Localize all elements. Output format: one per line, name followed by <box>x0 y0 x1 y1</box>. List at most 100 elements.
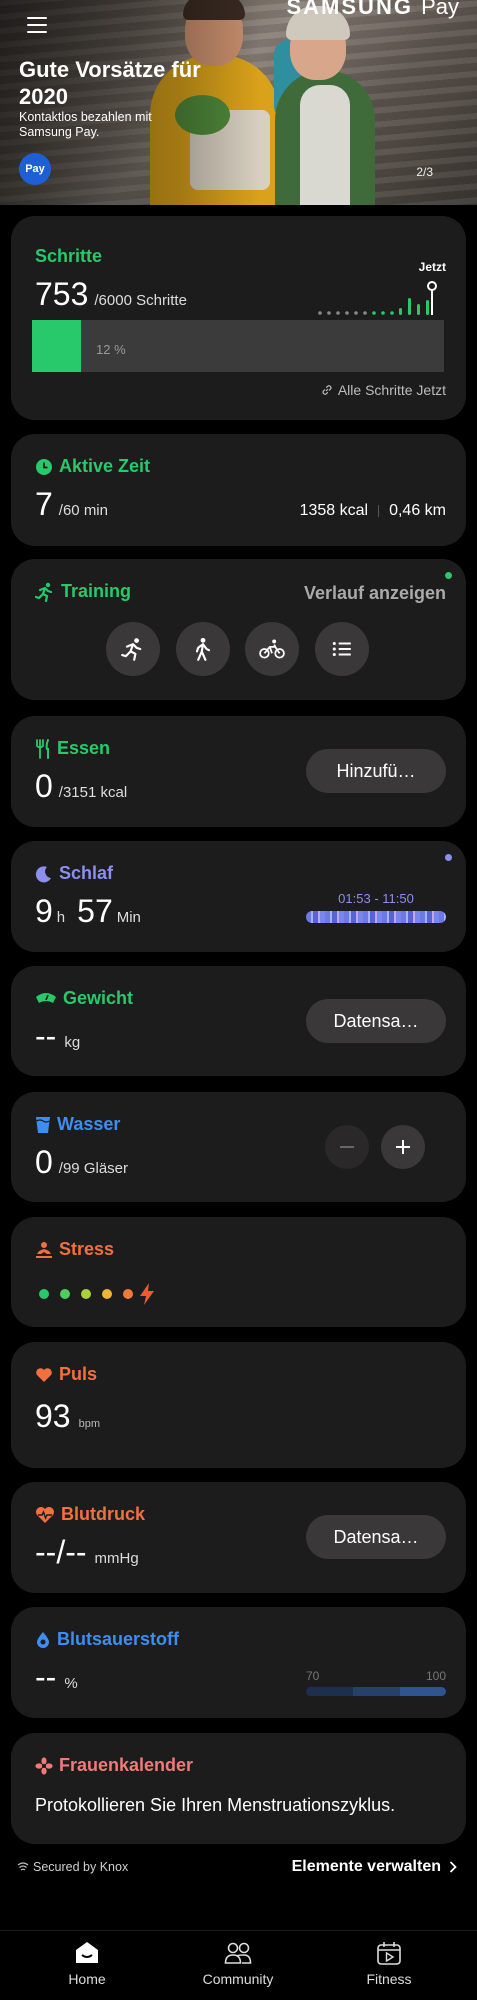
add-food-button[interactable]: Hinzufü… <box>306 749 446 793</box>
scale-min: 70 <box>306 1669 320 1683</box>
drop-icon <box>37 1631 49 1648</box>
weight-count: -- kg <box>35 1018 80 1055</box>
weight-record-button[interactable]: Datensa… <box>306 999 446 1043</box>
plus-icon <box>396 1140 410 1154</box>
start-running-button[interactable] <box>106 622 160 676</box>
blood-oxygen-card[interactable]: Blutsauerstoff -- % 70 100 <box>11 1607 466 1718</box>
womens-health-card[interactable]: Frauenkalender Protokollieren Sie Ihren … <box>11 1733 466 1844</box>
scale-max: 100 <box>425 1669 446 1683</box>
pulse-card[interactable]: Puls 93 bpm <box>11 1342 466 1468</box>
stress-header: Stress <box>35 1239 114 1260</box>
steps-link[interactable]: Alle Schritte Jetzt <box>321 382 446 398</box>
manage-items-link[interactable]: Elemente verwalten <box>292 1858 457 1876</box>
blood-pressure-record-button[interactable]: Datensa… <box>306 1515 446 1559</box>
pulse-count: 93 bpm <box>35 1398 100 1435</box>
banner-subtitle: Kontaktlos bezahlen mit Samsung Pay. <box>19 110 152 139</box>
stress-card[interactable]: Stress <box>11 1217 466 1327</box>
blood-pressure-card[interactable]: Blutdruck --/-- mmHg Datensa… <box>11 1482 466 1593</box>
training-history-link[interactable]: Verlauf anzeigen <box>304 583 446 604</box>
steps-goal: /6000 Schritte <box>94 292 187 309</box>
water-header: Wasser <box>35 1114 120 1135</box>
list-icon <box>332 641 351 657</box>
heart-pulse-icon <box>36 1506 54 1523</box>
steps-mini-chart <box>318 281 437 315</box>
home-icon <box>76 1942 98 1963</box>
steps-progress-bar: 12 % <box>32 320 444 372</box>
stat-divider <box>378 505 380 517</box>
range-segment <box>306 1687 353 1696</box>
sleep-minutes: 57 <box>77 893 113 929</box>
blood-pressure-unit: mmHg <box>94 1550 139 1567</box>
flower-icon <box>35 1756 53 1775</box>
clock-icon <box>36 458 52 475</box>
weight-header: Gewicht <box>35 988 133 1009</box>
sleep-header: Schlaf <box>35 863 113 884</box>
food-header: Essen <box>35 738 110 759</box>
steps-title: Schritte <box>35 246 103 266</box>
steps-card[interactable]: Schritte 753 /6000 Schritte Jetzt 12 % A… <box>11 216 466 420</box>
pulse-value: 93 <box>35 1398 71 1434</box>
active-time-distance: 0,46 km <box>389 502 446 519</box>
sleep-hours: 9 <box>35 893 53 929</box>
water-title: Wasser <box>57 1114 121 1134</box>
food-title: Essen <box>57 738 111 758</box>
weight-title: Gewicht <box>63 988 134 1008</box>
brand-text: SAMSUNG <box>286 0 413 19</box>
meditation-icon <box>36 1241 52 1258</box>
sleep-notification-dot <box>445 854 452 861</box>
stress-level-indicator <box>39 1283 156 1305</box>
blood-pressure-value: --/-- <box>35 1534 87 1570</box>
minus-icon <box>340 1146 354 1148</box>
knox-text: Secured by Knox <box>33 1860 129 1874</box>
lightning-icon <box>140 1283 154 1305</box>
running-icon <box>35 582 53 602</box>
water-count: 0 /99 Gläser <box>35 1144 128 1181</box>
pulse-header: Puls <box>35 1364 97 1385</box>
chevron-right-icon <box>449 1861 457 1873</box>
walking-icon <box>195 637 211 661</box>
workout-list-button[interactable] <box>315 622 369 676</box>
sleep-duration: 9 h 57 Min <box>35 893 141 930</box>
food-value: 0 <box>35 768 53 804</box>
stress-title: Stress <box>59 1239 115 1259</box>
brand-pay-text: Pay <box>421 0 459 19</box>
sleep-hours-unit: h <box>56 909 66 926</box>
weight-unit: kg <box>64 1034 81 1051</box>
nav-community[interactable]: Community <box>178 1941 298 1987</box>
pulse-unit: bpm <box>78 1418 100 1430</box>
training-card[interactable]: Training Verlauf anzeigen <box>11 559 466 700</box>
steps-link-text: Alle Schritte Jetzt <box>337 382 446 398</box>
nav-home[interactable]: Home <box>27 1941 147 1987</box>
scale-icon <box>36 992 56 1003</box>
blood-oxygen-scale: 70 100 <box>306 1669 446 1683</box>
steps-progress-fill <box>32 320 82 372</box>
weight-card[interactable]: Gewicht -- kg Datensa… <box>11 966 466 1076</box>
running-icon <box>121 638 142 661</box>
stress-dot <box>81 1289 91 1299</box>
blood-pressure-header: Blutdruck <box>35 1504 145 1525</box>
samsung-pay-logo: SAMSUNG Pay <box>287 0 460 20</box>
water-increment-button[interactable] <box>381 1125 425 1169</box>
blood-oxygen-value: -- <box>35 1659 57 1695</box>
water-decrement-button[interactable] <box>325 1125 369 1169</box>
training-header: Training <box>35 581 131 602</box>
bottom-navigation: Home Community Fitness <box>0 1930 477 2000</box>
nav-fitness[interactable]: Fitness <box>329 1941 449 1987</box>
womens-health-text: Protokollieren Sie Ihren Menstruationszy… <box>35 1795 396 1815</box>
promo-banner[interactable]: SAMSUNG Pay Gute Vorsätze für 2020 Konta… <box>0 0 477 205</box>
food-card[interactable]: Essen 0 /3151 kcal Hinzufü… <box>11 716 466 827</box>
pay-badge-icon: Pay <box>19 153 51 185</box>
start-walking-button[interactable] <box>176 622 230 676</box>
food-goal: /3151 kcal <box>58 784 128 801</box>
water-glass-icon <box>36 1116 50 1133</box>
active-time-card[interactable]: Aktive Zeit 7 /60 min 1358 kcal 0,46 km <box>11 434 466 546</box>
water-goal: /99 Gläser <box>58 1160 128 1177</box>
start-cycling-button[interactable] <box>245 622 299 676</box>
stress-dot <box>102 1289 112 1299</box>
menu-icon[interactable] <box>27 17 47 37</box>
water-card[interactable]: Wasser 0 /99 Gläser <box>11 1092 466 1202</box>
womens-health-header: Frauenkalender <box>35 1755 193 1776</box>
steps-now-label: Jetzt <box>418 260 446 274</box>
sleep-card[interactable]: Schlaf 9 h 57 Min 01:53 - 11:50 <box>11 841 466 952</box>
active-time-value: 7 <box>35 486 53 522</box>
